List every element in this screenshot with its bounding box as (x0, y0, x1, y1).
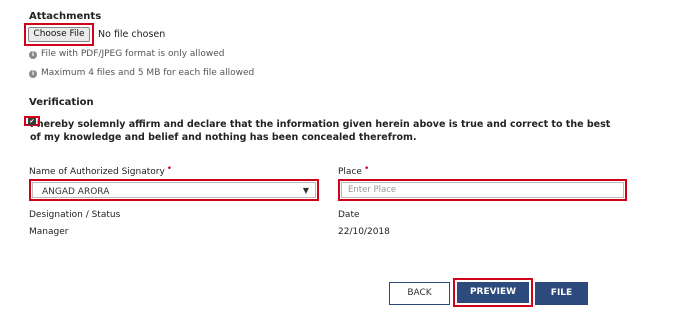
place-label-text: Place (338, 167, 362, 177)
preview-button-highlight: PREVIEW (453, 278, 533, 307)
info-circle-icon: i (29, 70, 37, 78)
file-button[interactable]: FILE (535, 282, 588, 305)
designation-value: Manager (29, 227, 69, 237)
choose-file-button[interactable]: Choose File (28, 27, 90, 42)
required-mark: • (166, 164, 173, 174)
date-value: 22/10/2018 (338, 227, 390, 237)
place-label: Place • (338, 164, 369, 177)
signatory-select[interactable]: ANGAD ARORA ▼ (32, 182, 316, 198)
signatory-select-value: ANGAD ARORA (42, 187, 110, 197)
preview-button[interactable]: PREVIEW (457, 282, 529, 303)
choose-file-highlight: Choose File (24, 23, 94, 46)
checkbox-checked-icon[interactable]: ✔ (28, 118, 36, 125)
chevron-down-icon: ▼ (302, 186, 309, 195)
info-circle-icon: i (29, 51, 37, 59)
signatory-label-text: Name of Authorized Signatory (29, 167, 165, 177)
file-status-text: No file chosen (98, 29, 166, 40)
required-mark: • (363, 164, 370, 174)
info-pdf-format-text: File with PDF/JPEG format is only allowe… (41, 49, 225, 59)
info-pdf-format: i File with PDF/JPEG format is only allow… (29, 49, 225, 59)
date-label: Date (338, 210, 360, 220)
place-input[interactable] (341, 182, 624, 198)
declaration-text: I hereby solemnly affirm and declare tha… (30, 119, 611, 143)
signatory-select-highlight: ANGAD ARORA ▼ (29, 179, 319, 201)
place-input-highlight (338, 179, 627, 201)
attachments-title: Attachments (29, 11, 102, 22)
designation-label: Designation / Status (29, 210, 121, 220)
info-max-files: i Maximum 4 files and 5 MB for each file … (29, 68, 254, 78)
return-filing-form: Attachments Choose File No file chosen i… (0, 0, 676, 326)
back-button[interactable]: BACK (389, 282, 450, 305)
signatory-label: Name of Authorized Signatory • (29, 164, 172, 177)
verification-title: Verification (29, 97, 94, 108)
declaration-checkbox-highlight: ✔ (24, 116, 40, 126)
info-max-files-text: Maximum 4 files and 5 MB for each file a… (41, 68, 255, 78)
